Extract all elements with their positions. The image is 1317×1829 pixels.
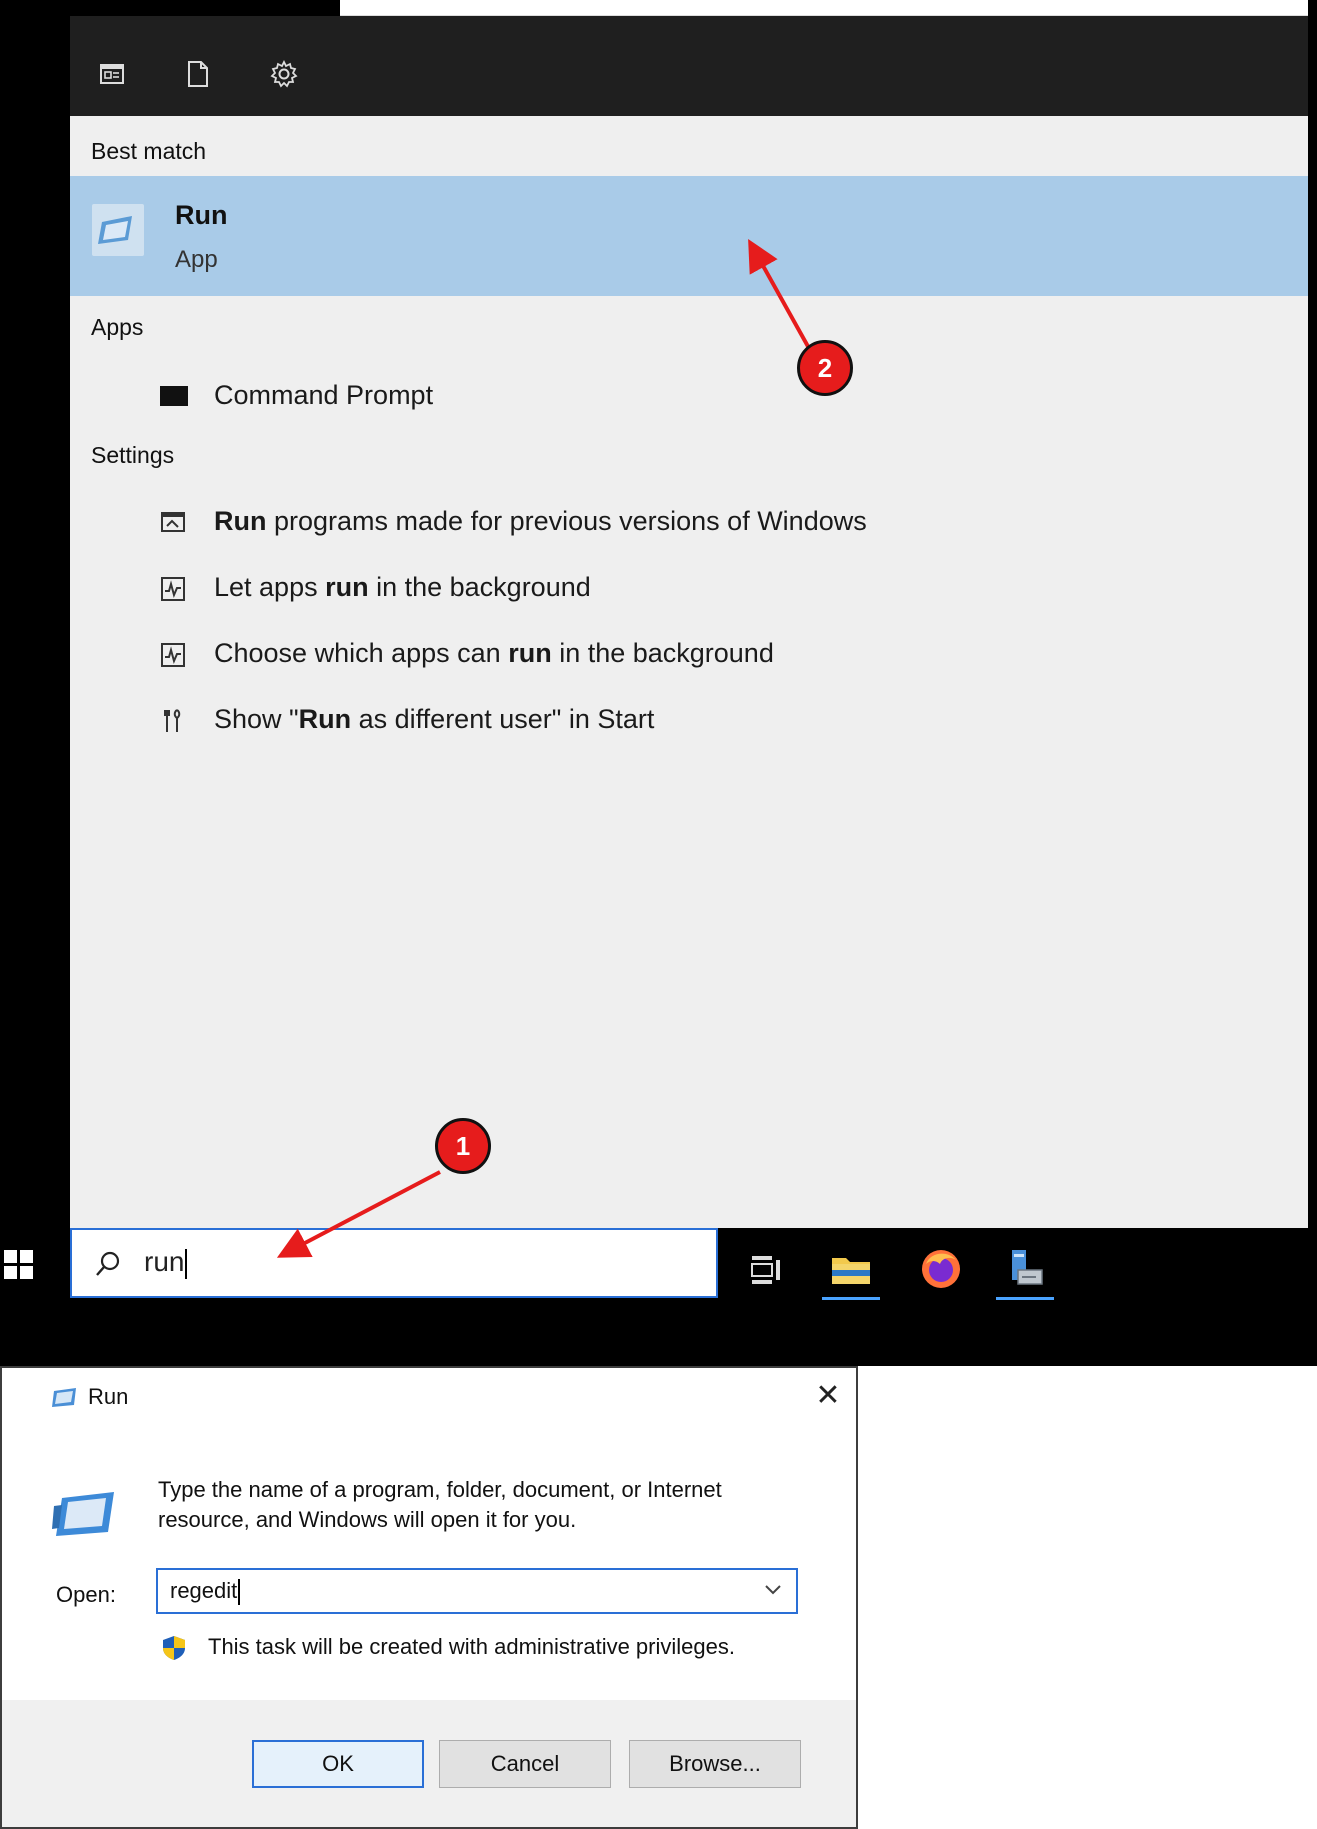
list-item-label: Show "Run as different user" in Start bbox=[214, 704, 654, 735]
label-post: as different user" in Start bbox=[351, 704, 655, 734]
best-match-heading: Best match bbox=[91, 138, 207, 164]
task-view-icon[interactable] bbox=[742, 1244, 792, 1294]
windows-start-icon[interactable] bbox=[4, 1250, 34, 1280]
list-item-background-apps[interactable]: Let apps run in the background bbox=[70, 556, 1308, 620]
tools-icon bbox=[160, 708, 186, 734]
run-app-icon bbox=[92, 204, 144, 256]
list-item-label: Command Prompt bbox=[214, 380, 434, 410]
close-icon[interactable]: ✕ bbox=[810, 1378, 846, 1414]
search-icon bbox=[94, 1250, 122, 1278]
run-app-title: Run bbox=[175, 200, 228, 230]
uac-shield-icon bbox=[160, 1634, 188, 1662]
file-explorer-icon[interactable] bbox=[826, 1244, 876, 1294]
step-badge-1: 1 bbox=[435, 1118, 491, 1174]
label-post: in the background bbox=[551, 638, 774, 668]
run-app-icon bbox=[52, 1490, 118, 1538]
background-window-edge bbox=[340, 0, 1317, 16]
chevron-down-icon[interactable] bbox=[760, 1578, 786, 1604]
desktop-edge-left bbox=[0, 0, 70, 1366]
apps-heading: Apps bbox=[91, 314, 144, 340]
firefox-icon[interactable] bbox=[916, 1244, 966, 1294]
browse-button[interactable]: Browse... bbox=[629, 1740, 801, 1788]
server-manager-icon[interactable] bbox=[1000, 1244, 1050, 1294]
match-bold: run bbox=[508, 638, 552, 668]
label-post: in the background bbox=[368, 572, 591, 602]
list-item-label: Let apps run in the background bbox=[214, 572, 591, 603]
open-label: Open: bbox=[56, 1582, 116, 1607]
activity-icon bbox=[160, 642, 186, 668]
run-app-subtitle: App bbox=[175, 246, 218, 273]
file-explorer-active-indicator bbox=[822, 1297, 880, 1300]
dialog-description: Type the name of a program, folder, docu… bbox=[158, 1477, 722, 1532]
gear-icon[interactable] bbox=[266, 56, 302, 92]
apps-view-icon[interactable] bbox=[94, 56, 130, 92]
list-item-command-prompt[interactable]: Command Prompt bbox=[70, 364, 1308, 428]
cancel-button[interactable]: Cancel bbox=[439, 1740, 611, 1788]
label-pre: Show " bbox=[214, 704, 299, 734]
list-item-label: Choose which apps can run in the backgro… bbox=[214, 638, 774, 669]
step-badge-2: 2 bbox=[797, 340, 853, 396]
match-bold: Run bbox=[214, 506, 267, 536]
taskbar-search-input[interactable]: run bbox=[70, 1228, 718, 1298]
command-prompt-icon bbox=[160, 386, 188, 406]
match-bold: run bbox=[325, 572, 369, 602]
ok-button[interactable]: OK bbox=[252, 1740, 424, 1788]
settings-heading: Settings bbox=[91, 442, 175, 468]
list-item-run-compat[interactable]: Run programs made for previous versions … bbox=[70, 490, 1308, 554]
best-match-run-app[interactable]: Run App bbox=[70, 176, 1308, 296]
admin-privileges-note: This task will be created with administr… bbox=[208, 1634, 735, 1659]
list-item-choose-background-apps[interactable]: Choose which apps can run in the backgro… bbox=[70, 622, 1308, 686]
match-bold: Run bbox=[298, 704, 352, 734]
open-combobox[interactable]: regedit bbox=[156, 1568, 798, 1614]
list-item-run-as-different-user[interactable]: Show "Run as different user" in Start bbox=[70, 688, 1308, 752]
list-item-label: Run programs made for previous versions … bbox=[214, 506, 867, 537]
label-rest: programs made for previous versions of W… bbox=[266, 506, 867, 536]
desktop-edge-right bbox=[1308, 0, 1317, 1366]
compatibility-icon bbox=[160, 510, 186, 536]
run-app-icon bbox=[50, 1386, 78, 1408]
start-panel-header bbox=[70, 16, 1308, 116]
activity-icon bbox=[160, 576, 186, 602]
search-query: run bbox=[144, 1246, 188, 1279]
dialog-title: Run bbox=[88, 1384, 129, 1409]
label-pre: Choose which apps can bbox=[214, 638, 509, 668]
run-dialog: Run ✕ Type the name of a program, folder… bbox=[0, 1366, 858, 1829]
open-input-value: regedit bbox=[170, 1578, 241, 1606]
document-icon[interactable] bbox=[180, 56, 216, 92]
label-pre: Let apps bbox=[214, 572, 326, 602]
server-manager-active-indicator bbox=[996, 1297, 1054, 1300]
